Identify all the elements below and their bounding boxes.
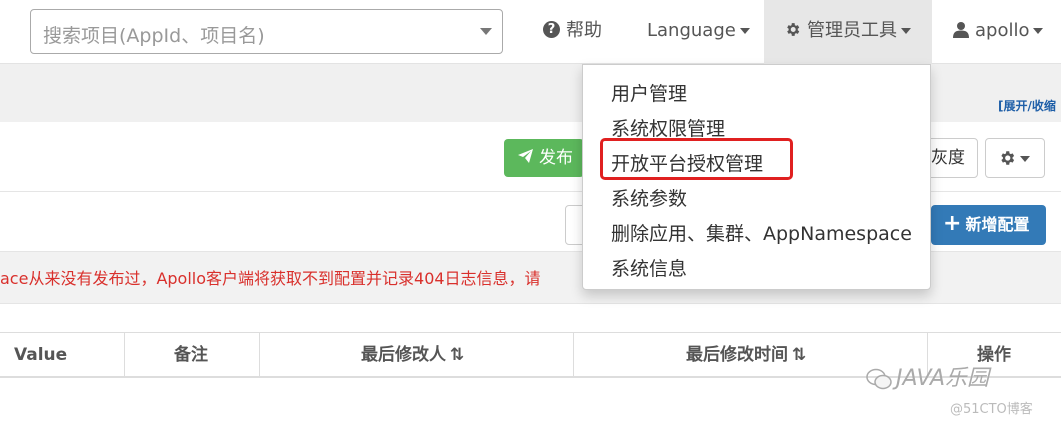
nav-language-label: Language [647, 20, 736, 41]
gear-icon [787, 22, 800, 36]
caret-down-icon [739, 28, 750, 34]
column-label: 最后修改时间 [686, 345, 788, 365]
paper-plane-icon [518, 149, 533, 163]
column-header-comment: 备注 [174, 332, 208, 378]
caret-down-icon [1033, 28, 1044, 34]
nav-admin-tools-label: 管理员工具 [807, 20, 897, 41]
menu-item-system-params[interactable]: 系统参数 [611, 184, 687, 211]
add-config-label: 新增配置 [965, 215, 1030, 234]
sort-icon: ⇅ [792, 345, 807, 365]
watermark-main-text: JAVA乐园 [896, 366, 990, 391]
publish-label: 发布 [539, 148, 573, 168]
sort-icon: ⇅ [450, 345, 465, 365]
wechat-icon [866, 368, 892, 390]
column-header-last-modified-time[interactable]: 最后修改时间 ⇅ [686, 332, 806, 378]
expand-collapse-link[interactable]: [展开/收缩 [998, 97, 1056, 114]
nav-user-label: apollo [975, 20, 1030, 41]
column-label: 最后修改人 [361, 345, 446, 365]
column-divider [259, 332, 260, 378]
column-divider [573, 332, 574, 378]
project-search-select[interactable]: 搜索项目(AppId、项目名) [30, 9, 503, 54]
not-published-warning: ace从来没有发布过，Apollo客户端将获取不到配置并记录404日志信息，请 [0, 269, 541, 288]
plus-icon: + [943, 210, 962, 236]
spacer [0, 304, 1061, 332]
menu-item-delete-app-cluster-namespace[interactable]: 删除应用、集群、AppNamespace [611, 219, 912, 246]
nav-help-label: 帮助 [566, 20, 602, 41]
nav-user-dropdown[interactable]: apollo [953, 0, 1044, 64]
column-header-last-modifier[interactable]: 最后修改人 ⇅ [361, 332, 464, 378]
caret-down-icon[interactable] [480, 28, 492, 35]
menu-item-user-management[interactable]: 用户管理 [611, 79, 687, 106]
search-placeholder: 搜索项目(AppId、项目名) [43, 25, 265, 47]
add-config-button[interactable]: + 新增配置 [931, 205, 1046, 245]
watermark-main: JAVA乐园 [866, 360, 989, 392]
namespace-settings-button[interactable] [985, 138, 1045, 178]
caret-down-icon [901, 28, 911, 34]
menu-item-system-permission[interactable]: 系统权限管理 [611, 114, 725, 141]
nav-admin-tools-dropdown[interactable]: 管理员工具 [764, 0, 932, 64]
nav-language-dropdown[interactable]: Language [647, 0, 750, 64]
column-label: 备注 [174, 345, 208, 365]
highlight-annotation-box [600, 138, 793, 180]
column-header-value: Value [14, 332, 67, 378]
column-label: Value [14, 345, 68, 365]
publish-button[interactable]: 发布 [504, 139, 584, 177]
nav-help[interactable]: ? 帮助 [543, 0, 602, 64]
caret-down-icon [1020, 156, 1030, 162]
gear-icon [1001, 151, 1015, 165]
question-circle-icon: ? [543, 20, 560, 38]
column-divider [124, 332, 125, 378]
watermark-sub: @51CTO博客 [950, 402, 1033, 417]
user-icon [953, 21, 969, 38]
menu-item-system-info[interactable]: 系统信息 [611, 254, 687, 281]
gray-release-label: 灰度 [931, 148, 965, 168]
